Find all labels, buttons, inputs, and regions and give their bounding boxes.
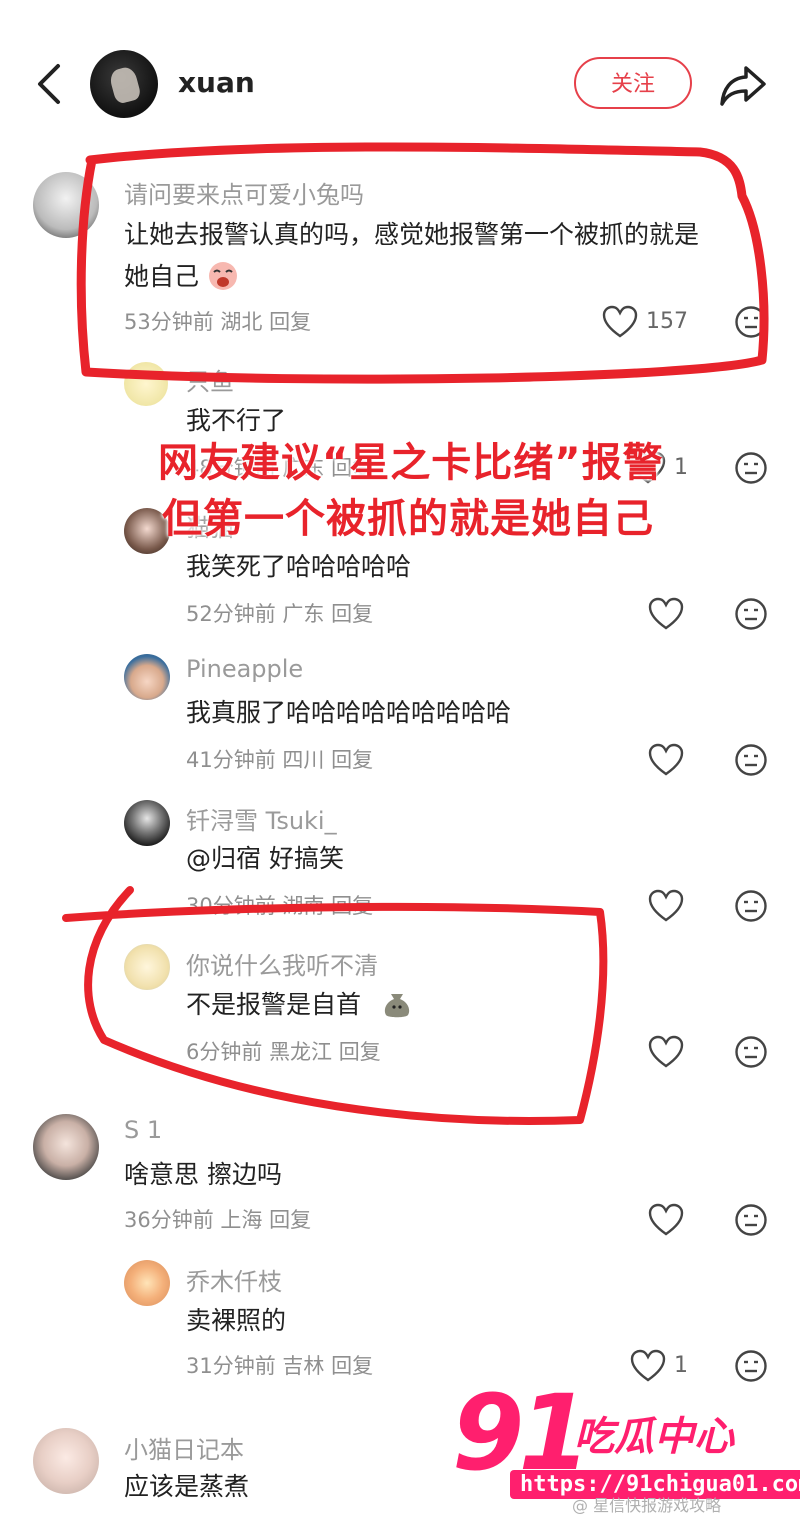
comment-time: 36分钟前 bbox=[124, 1208, 214, 1232]
comment-region: 湖南 bbox=[282, 894, 325, 918]
heart-icon[interactable] bbox=[648, 743, 684, 777]
comment-region: 黑龙江 bbox=[269, 1040, 333, 1064]
heart-icon[interactable] bbox=[648, 597, 684, 631]
avatar[interactable] bbox=[124, 654, 170, 700]
reply-button[interactable]: 回复 bbox=[331, 1354, 373, 1378]
comment-text: @归宿 好搞笑 bbox=[186, 844, 344, 873]
comment-time: 30分钟前 bbox=[186, 894, 276, 918]
comment-author[interactable]: 钎浔雪 Tsuki_ bbox=[186, 801, 337, 836]
like-count: 1 bbox=[674, 455, 688, 480]
comment-text: 我笑死了哈哈哈哈哈 bbox=[186, 552, 412, 581]
comment-region: 湖北 bbox=[220, 310, 263, 334]
comment-author[interactable]: 请问要来点可爱小兔吗 bbox=[124, 175, 364, 210]
comment-time: 6分钟前 bbox=[186, 1040, 263, 1064]
comment-text: 啥意思 擦边吗 bbox=[124, 1160, 282, 1189]
emoji-face-icon[interactable] bbox=[734, 597, 768, 631]
reply-button[interactable]: 回复 bbox=[331, 602, 373, 626]
comment-region: 广东 bbox=[282, 602, 325, 626]
avatar[interactable] bbox=[33, 1428, 99, 1494]
like-count: 157 bbox=[646, 309, 688, 334]
comment-text: 我真服了哈哈哈哈哈哈哈哈哈 bbox=[186, 698, 512, 727]
avatar[interactable] bbox=[33, 172, 99, 238]
heart-icon[interactable] bbox=[602, 305, 638, 339]
comment-author[interactable]: 只鱼 bbox=[186, 362, 234, 397]
like-count: 1 bbox=[674, 1353, 688, 1378]
follow-button[interactable]: 关注 bbox=[574, 57, 692, 109]
username[interactable]: xuan bbox=[178, 66, 255, 99]
bottom-watermark: @ 星信快报游戏攻略 bbox=[572, 1496, 722, 1515]
reply-button[interactable]: 回复 bbox=[339, 1040, 381, 1064]
comment-region: 上海 bbox=[220, 1208, 263, 1232]
emoji-face-icon[interactable] bbox=[734, 1035, 768, 1069]
crying-face-icon bbox=[209, 262, 237, 290]
comment-text: 不是报警是自首 bbox=[186, 990, 362, 1019]
comment-meta: 52分钟前 广东 回复 bbox=[186, 598, 373, 628]
emoji-face-icon[interactable] bbox=[734, 451, 768, 485]
avatar[interactable] bbox=[124, 944, 170, 990]
money-bag-icon bbox=[384, 994, 410, 1018]
comment-text: 卖裸照的 bbox=[186, 1306, 287, 1335]
reply-button[interactable]: 回复 bbox=[331, 748, 373, 772]
heart-icon[interactable] bbox=[648, 1203, 684, 1237]
emoji-face-icon[interactable] bbox=[734, 743, 768, 777]
comment-time: 41分钟前 bbox=[186, 748, 276, 772]
comment-meta: 6分钟前 黑龙江 回复 bbox=[186, 1036, 381, 1066]
chevron-left-icon[interactable] bbox=[32, 62, 72, 106]
comment-region: 吉林 bbox=[282, 1354, 325, 1378]
comment-region: 四川 bbox=[282, 748, 325, 772]
comment-text: 让她去报警认真的吗，感觉她报警第一个被抓的就是 bbox=[124, 220, 700, 249]
comment-meta: 53分钟前 湖北 回复 bbox=[124, 306, 311, 336]
avatar[interactable] bbox=[33, 1114, 99, 1180]
comment-meta: 36分钟前 上海 回复 bbox=[124, 1204, 311, 1234]
avatar[interactable] bbox=[90, 50, 158, 118]
comment-time: 52分钟前 bbox=[186, 602, 276, 626]
comment-author[interactable]: 小猫日记本 bbox=[124, 1430, 244, 1465]
share-arrow-icon[interactable] bbox=[718, 62, 768, 108]
comment-text-continued: 她自己 bbox=[124, 262, 200, 291]
emoji-face-icon[interactable] bbox=[734, 1203, 768, 1237]
emoji-face-icon[interactable] bbox=[734, 889, 768, 923]
comment-meta: 41分钟前 四川 回复 bbox=[186, 744, 373, 774]
avatar[interactable] bbox=[124, 1260, 170, 1306]
heart-icon[interactable] bbox=[648, 889, 684, 923]
comment-meta: 31分钟前 吉林 回复 bbox=[186, 1350, 373, 1380]
brand-logo-text: 吃瓜中心 bbox=[574, 1414, 734, 1460]
annotation-caption-line2: 但第一个被抓的就是她自己 bbox=[162, 496, 654, 542]
heart-icon[interactable] bbox=[630, 1349, 666, 1383]
comment-author[interactable]: 乔木仟枝 bbox=[186, 1262, 282, 1297]
avatar[interactable] bbox=[124, 800, 170, 846]
comment-time: 31分钟前 bbox=[186, 1354, 276, 1378]
comment-meta: 30分钟前 湖南 回复 bbox=[186, 890, 373, 920]
reply-button[interactable]: 回复 bbox=[269, 310, 311, 334]
annotation-caption-line1: 网友建议“星之卡比绪”报警 bbox=[158, 440, 664, 486]
comment-time: 53分钟前 bbox=[124, 310, 214, 334]
emoji-face-icon[interactable] bbox=[734, 305, 768, 339]
emoji-face-icon[interactable] bbox=[734, 1349, 768, 1383]
reply-button[interactable]: 回复 bbox=[331, 894, 373, 918]
comment-author[interactable]: Pineapple bbox=[186, 655, 303, 683]
comment-text: 应该是蒸煮 bbox=[124, 1472, 250, 1501]
avatar[interactable] bbox=[124, 362, 168, 406]
comment-author[interactable]: 你说什么我听不清 bbox=[186, 946, 378, 981]
heart-icon[interactable] bbox=[648, 1035, 684, 1069]
comment-author[interactable]: S 1 bbox=[124, 1116, 162, 1144]
reply-button[interactable]: 回复 bbox=[269, 1208, 311, 1232]
